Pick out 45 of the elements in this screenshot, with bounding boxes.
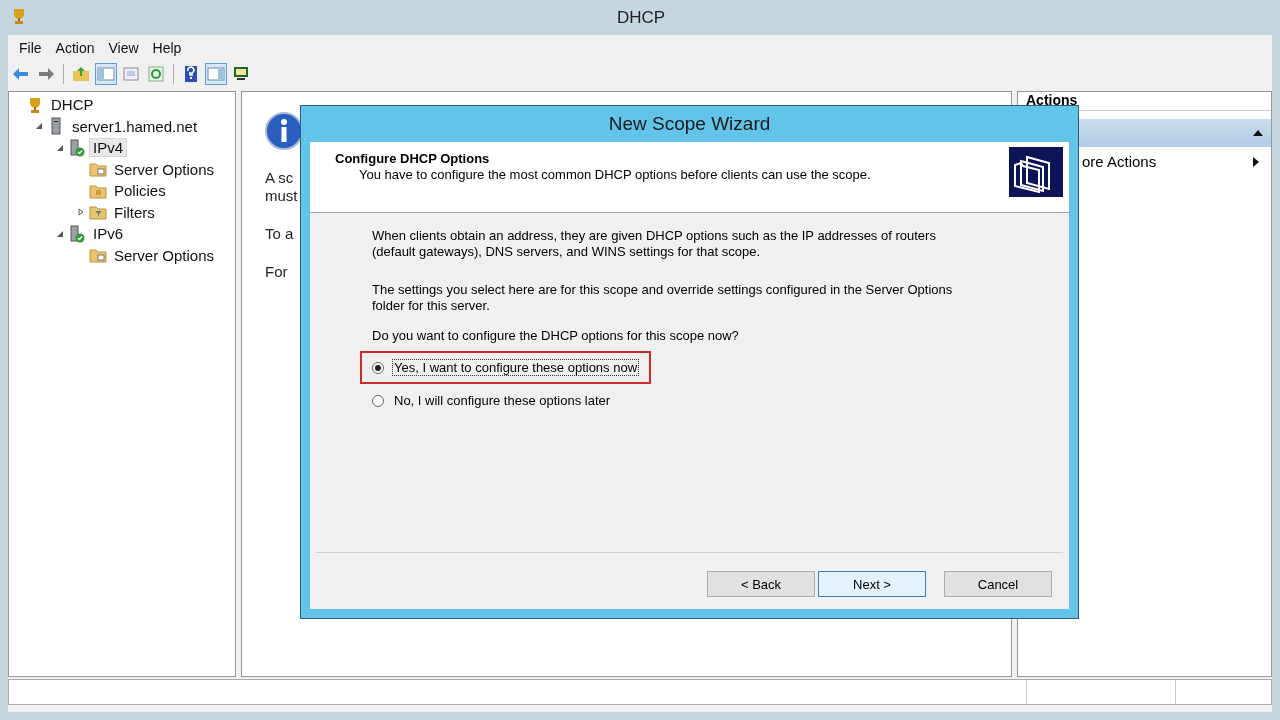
folder-icon <box>89 160 107 179</box>
paragraph: When clients obtain an address, they are given DHCP options such as the IP addresses of routers (default gateways), DNS servers, and WINS settings for that scope. <box>372 228 937 260</box>
action-item[interactable]: ore Actions <box>1082 153 1157 170</box>
page-heading: Configure DHCP Options <box>335 151 491 166</box>
page-subheading: You have to configure the most common DHCP options before clients can use the scope. <box>358 167 871 182</box>
submenu-arrow-icon <box>1253 156 1259 167</box>
tree-item[interactable]: Server Options <box>110 159 219 179</box>
tree-item[interactable]: IPv4 <box>89 138 127 158</box>
wizard-button[interactable]: Next > <box>818 571 926 597</box>
wizard-button[interactable]: < Back <box>707 571 815 597</box>
question-text: Do you want to configure the DHCP options for this scope now? <box>372 328 740 343</box>
menu-item[interactable]: View <box>101 40 146 56</box>
tree-item[interactable]: Server Options <box>110 245 219 265</box>
server-check-icon <box>68 224 86 243</box>
pane-button[interactable] <box>95 63 117 85</box>
collapse-icon[interactable] <box>1253 130 1263 136</box>
expander-icon[interactable] <box>56 143 64 152</box>
tree-item[interactable]: server1.hamed.net <box>68 116 202 136</box>
window-title: DHCP <box>616 7 666 28</box>
expander-icon[interactable] <box>35 122 43 131</box>
option-label[interactable]: No, I will configure these options later <box>392 392 613 409</box>
description-text: To a <box>265 225 294 243</box>
menu-item[interactable]: File <box>12 40 49 56</box>
tree-item[interactable]: DHCP <box>47 95 98 115</box>
folder-icon <box>89 246 107 265</box>
wizard-button[interactable]: Cancel <box>944 571 1052 597</box>
dialog-title: New Scope Wizard <box>607 112 772 136</box>
radio-button[interactable] <box>372 361 384 374</box>
refresh-button[interactable] <box>145 63 167 85</box>
radio-button[interactable] <box>372 394 384 407</box>
folder-icon <box>89 203 107 222</box>
description-text: A sc <box>265 169 294 187</box>
menu-item[interactable]: Help <box>145 40 189 56</box>
menu-item[interactable]: Action <box>48 40 102 56</box>
tree-item[interactable]: IPv6 <box>89 224 127 244</box>
description-text: must <box>265 187 298 205</box>
tree-item[interactable]: Filters <box>110 202 159 222</box>
folders-icon <box>1009 147 1063 197</box>
tree-item[interactable]: Policies <box>110 181 170 201</box>
paragraph: The settings you select here are for this scope and override settings configured in the Server Options folder for this server. <box>372 282 954 314</box>
option-label[interactable]: Yes, I want to configure these options now <box>392 359 640 376</box>
description-text: For <box>265 263 288 281</box>
expander-icon[interactable] <box>56 229 64 238</box>
expander-icon[interactable] <box>77 208 85 217</box>
server-check-icon <box>68 138 86 157</box>
